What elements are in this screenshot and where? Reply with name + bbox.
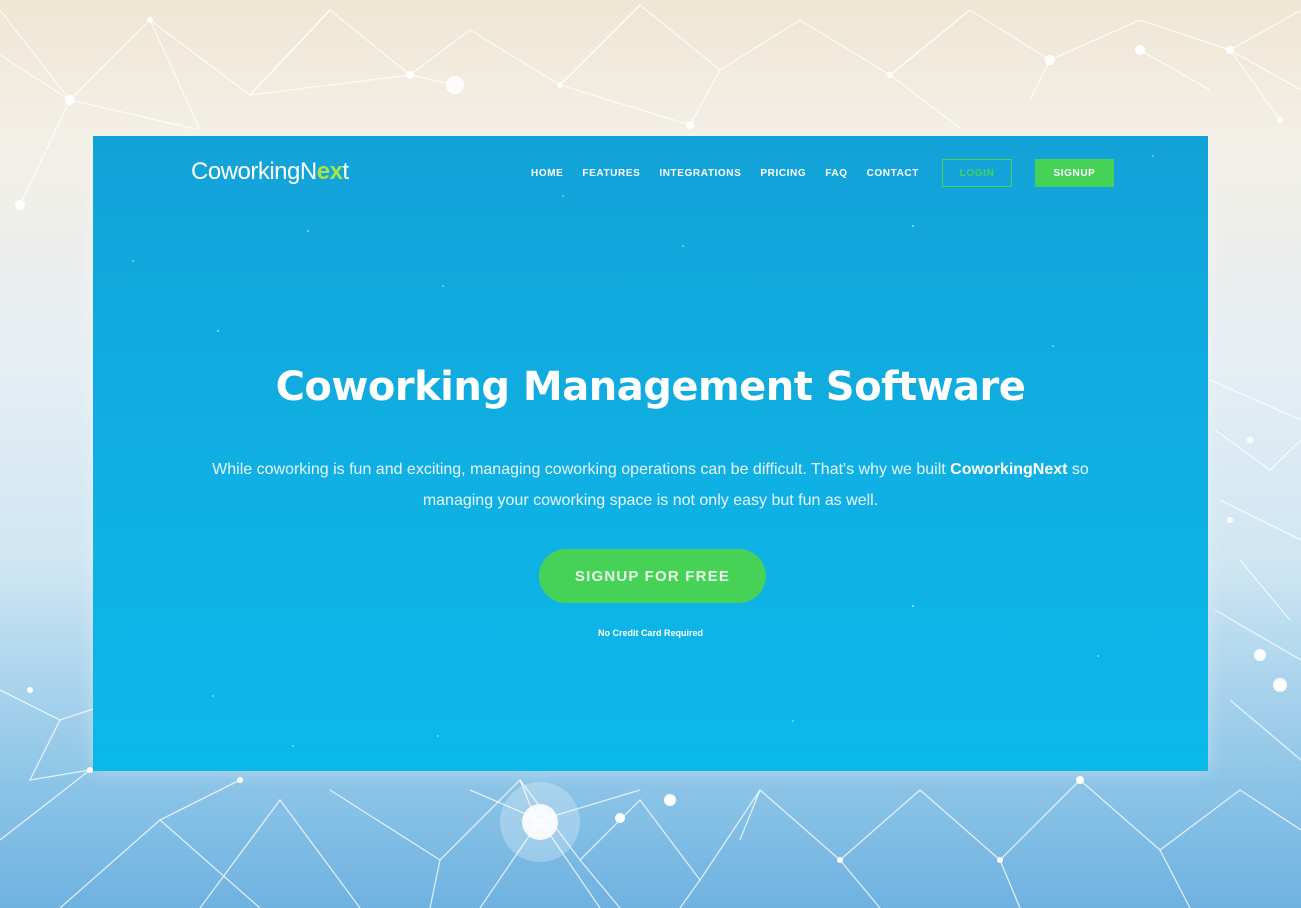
nav-item-contact[interactable]: CONTACT [867,168,919,179]
website-screenshot: CoworkingNext HOME FEATURES INTEGRATIONS… [93,136,1208,771]
hero-description-brand: CoworkingNext [950,461,1068,478]
nav-item-faq[interactable]: FAQ [825,168,847,179]
login-button[interactable]: LOGIN [942,159,1012,187]
main-nav: HOME FEATURES INTEGRATIONS PRICING FAQ C… [531,160,938,186]
brand-logo[interactable]: CoworkingNext [191,156,349,188]
nav-item-integrations[interactable]: INTEGRATIONS [659,168,741,179]
logo-text-prefix: CoworkingN [191,158,317,185]
nav-item-pricing[interactable]: PRICING [760,168,806,179]
hero-description: While coworking is fun and exciting, man… [183,454,1118,516]
logo-text-suffix: t [342,158,349,185]
no-credit-card-note: No Credit Card Required [597,628,703,638]
signup-button[interactable]: SIGNUP [1035,159,1114,187]
nav-item-home[interactable]: HOME [531,168,563,179]
nav-item-features[interactable]: FEATURES [582,168,640,179]
signup-for-free-button[interactable]: SIGNUP FOR FREE [539,549,766,603]
hero-description-text-1: While coworking is fun and exciting, man… [212,461,951,478]
hero-title: Coworking Management Software [275,364,1026,410]
logo-text-accent: ex [316,158,343,185]
